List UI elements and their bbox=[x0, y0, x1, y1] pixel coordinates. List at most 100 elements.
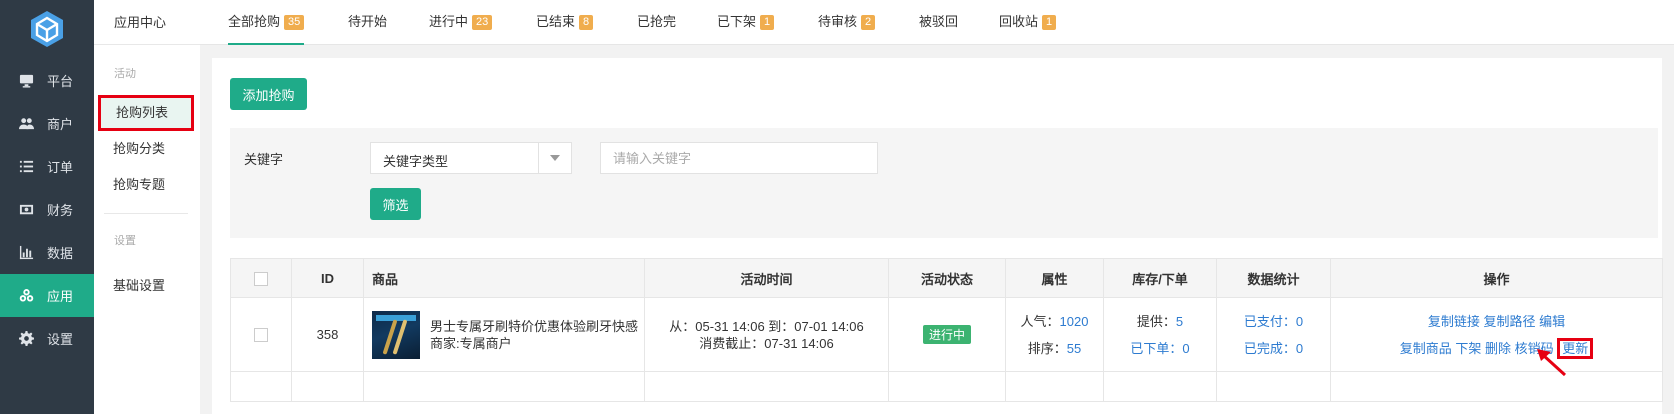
count-badge: 35 bbox=[284, 15, 305, 30]
sidebar-item-platform[interactable]: 平台 bbox=[0, 59, 94, 102]
tab-label: 待开始 bbox=[348, 14, 388, 29]
row-attributes: 人气：1020 排序：55 bbox=[1005, 297, 1104, 372]
sidebar-item-orders[interactable]: 订单 bbox=[0, 145, 94, 188]
bar-chart-icon bbox=[19, 245, 34, 260]
status-badge: 进行中 bbox=[922, 325, 971, 344]
tab-upcoming[interactable]: 待开始 bbox=[348, 0, 387, 45]
row-product: 男士专属牙刷特价优惠体验刷牙快感 商家:专属商户 bbox=[363, 297, 645, 372]
tab-off-shelf[interactable]: 已下架 1 bbox=[717, 0, 775, 45]
ordered-value: 0 bbox=[1182, 340, 1190, 356]
paid-link[interactable]: 已支付：0 bbox=[1217, 308, 1330, 335]
tab-label: 回收站 bbox=[999, 14, 1039, 29]
supply-label: 提供： bbox=[1136, 313, 1176, 329]
sidebar-item-settings[interactable]: 设置 bbox=[0, 317, 94, 360]
tab-recycle-bin[interactable]: 回收站 1 bbox=[999, 0, 1057, 45]
count-badge: 23 bbox=[472, 15, 493, 30]
sidebar-item-finance[interactable]: 财务 bbox=[0, 188, 94, 231]
subnav-item-flash-sale-list[interactable]: 抢购列表 bbox=[98, 95, 194, 131]
tab-ended[interactable]: 已结束 8 bbox=[536, 0, 594, 45]
popularity-label: 人气： bbox=[1020, 313, 1060, 329]
select-value: 关键字类型 bbox=[383, 154, 449, 169]
users-icon bbox=[19, 116, 34, 131]
sidebar-item-label: 财务 bbox=[47, 203, 74, 218]
popularity-value[interactable]: 1020 bbox=[1060, 314, 1089, 329]
product-name: 男士专属牙刷特价优惠体验刷牙快感 bbox=[430, 318, 639, 334]
activity-time-range: 从：05-31 14:06 到：07-01 14:06 bbox=[669, 318, 864, 334]
monitor-icon bbox=[19, 73, 34, 88]
copy-link-button[interactable]: 复制链接 bbox=[1428, 314, 1480, 329]
annotation-arrow-icon bbox=[1537, 349, 1567, 377]
sidebar-item-label: 平台 bbox=[47, 74, 74, 89]
product-merchant: 商家:专属商户 bbox=[430, 335, 512, 351]
table-header-row: ID 商品 活动时间 活动状态 属性 库存/下单 数据统计 操作 bbox=[230, 258, 1663, 298]
tab-pending-review[interactable]: 待审核 2 bbox=[818, 0, 876, 45]
column-header: 商品 bbox=[363, 258, 645, 298]
sort-label: 排序： bbox=[1027, 340, 1067, 356]
copy-path-button[interactable]: 复制路径 bbox=[1483, 314, 1535, 329]
tab-ongoing[interactable]: 进行中 23 bbox=[429, 0, 493, 45]
sort-value[interactable]: 55 bbox=[1067, 341, 1081, 356]
subnav-item-basic-settings[interactable]: 基础设置 bbox=[94, 268, 200, 304]
row-select-cell[interactable] bbox=[230, 297, 292, 372]
subnav-group-settings: 设置 bbox=[114, 235, 136, 247]
completed-link[interactable]: 已完成：0 bbox=[1217, 335, 1330, 362]
completed-label: 已完成： bbox=[1243, 340, 1296, 356]
row-statistics: 已支付：0 已完成：0 bbox=[1216, 297, 1331, 372]
tab-label: 已抢完 bbox=[637, 14, 677, 29]
tab-all[interactable]: 全部抢购 35 bbox=[228, 0, 305, 45]
subnav-item-flash-sale-topic[interactable]: 抢购专题 bbox=[94, 167, 200, 203]
table-row bbox=[230, 371, 1663, 402]
secondary-sidebar: 应用中心 活动 抢购列表 抢购分类 抢购专题 设置 基础设置 bbox=[94, 0, 200, 414]
subnav-title: 应用中心 bbox=[94, 0, 200, 45]
keyword-type-select[interactable]: 关键字类型 bbox=[370, 142, 572, 174]
supply-value[interactable]: 5 bbox=[1176, 314, 1183, 329]
sidebar-item-label: 数据 bbox=[47, 246, 74, 261]
row-stock-orders: 提供：5 已下单：0 bbox=[1103, 297, 1217, 372]
column-header: 数据统计 bbox=[1216, 258, 1331, 298]
row-status: 进行中 bbox=[888, 297, 1006, 372]
sidebar-item-label: 设置 bbox=[47, 332, 74, 347]
main-sidebar: 平台 商户 订单 财务 数据 应用 设置 bbox=[0, 0, 94, 414]
sidebar-item-label: 订单 bbox=[47, 160, 74, 175]
subnav-group-activity: 活动 bbox=[114, 68, 136, 80]
column-header: 属性 bbox=[1005, 258, 1104, 298]
select-all-checkbox[interactable] bbox=[254, 271, 268, 286]
tab-rejected[interactable]: 被驳回 bbox=[919, 0, 958, 45]
tab-sold-out[interactable]: 已抢完 bbox=[637, 0, 676, 45]
tab-label: 被驳回 bbox=[919, 14, 959, 29]
logo-icon bbox=[31, 11, 63, 47]
ordered-link[interactable]: 已下单：0 bbox=[1104, 335, 1216, 362]
row-checkbox[interactable] bbox=[254, 328, 268, 343]
column-header: 库存/下单 bbox=[1103, 258, 1217, 298]
main-panel: 添加抢购 关键字 关键字类型 筛选 ID 商品 活动时间 活动状态 属性 库存/… bbox=[212, 58, 1663, 414]
flash-sale-table: ID 商品 活动时间 活动状态 属性 库存/下单 数据统计 操作 358 男士专… bbox=[230, 258, 1663, 402]
apps-icon bbox=[19, 288, 34, 303]
tab-label: 待审核 bbox=[818, 14, 858, 29]
delete-button[interactable]: 删除 bbox=[1485, 341, 1511, 356]
tab-label: 进行中 bbox=[429, 14, 469, 29]
gear-icon bbox=[19, 331, 34, 346]
count-badge: 2 bbox=[861, 15, 876, 30]
table-row: 358 男士专属牙刷特价优惠体验刷牙快感 商家:专属商户 从：05-31 14:… bbox=[230, 297, 1663, 372]
tab-label: 已结束 bbox=[536, 14, 576, 29]
select-all-cell[interactable] bbox=[230, 258, 292, 298]
filter-panel: 关键字 关键字类型 筛选 bbox=[230, 128, 1658, 238]
consume-deadline: 消费截止：07-31 14:06 bbox=[699, 335, 834, 351]
sidebar-item-merchant[interactable]: 商户 bbox=[0, 102, 94, 145]
subnav-item-flash-sale-category[interactable]: 抢购分类 bbox=[94, 131, 200, 167]
keyword-input[interactable] bbox=[600, 142, 878, 174]
tab-label: 已下架 bbox=[717, 14, 757, 29]
money-icon bbox=[19, 202, 34, 217]
edit-button[interactable]: 编辑 bbox=[1539, 314, 1565, 329]
row-activity-time: 从：05-31 14:06 到：07-01 14:06 消费截止：07-31 1… bbox=[644, 297, 889, 372]
count-badge: 1 bbox=[760, 15, 775, 30]
filter-button[interactable]: 筛选 bbox=[370, 188, 421, 220]
sidebar-item-data[interactable]: 数据 bbox=[0, 231, 94, 274]
add-flash-sale-button[interactable]: 添加抢购 bbox=[230, 78, 307, 110]
take-offline-button[interactable]: 下架 bbox=[1455, 341, 1481, 356]
paid-value: 0 bbox=[1295, 313, 1304, 329]
copy-product-button[interactable]: 复制商品 bbox=[1400, 341, 1452, 356]
sidebar-item-apps[interactable]: 应用 bbox=[0, 274, 94, 317]
product-thumbnail[interactable] bbox=[372, 310, 420, 359]
sidebar-item-label: 商户 bbox=[47, 117, 74, 132]
